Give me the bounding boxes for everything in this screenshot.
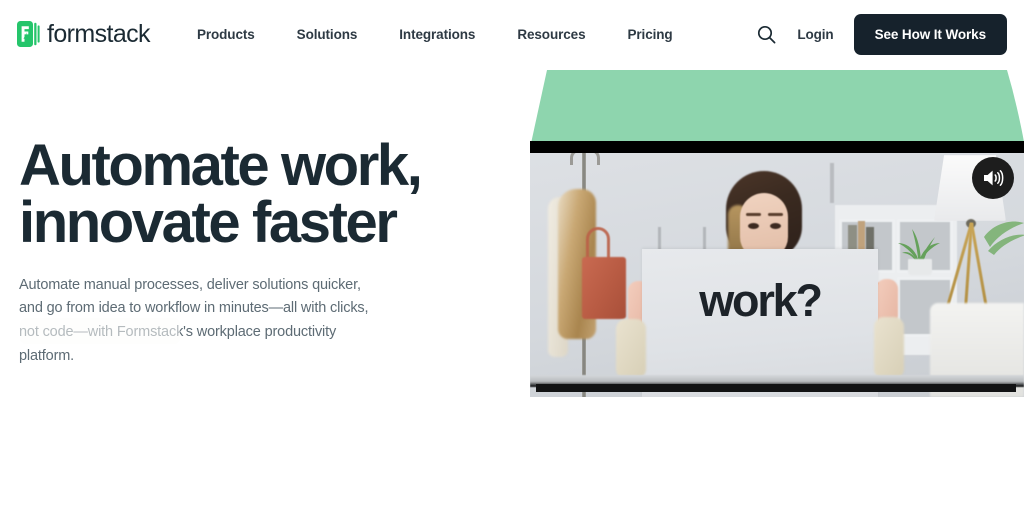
formstack-logo-icon: [17, 21, 40, 47]
eyebrow-left: [746, 213, 761, 216]
sign-text: work?: [699, 275, 823, 326]
eye-right: [770, 223, 781, 229]
video-letterbox-bar: [530, 141, 1024, 153]
page-root: formstack Products Solutions Integration…: [0, 0, 1024, 512]
terracotta-bag: [582, 257, 626, 319]
login-link[interactable]: Login: [797, 27, 833, 42]
headline-line-1: Automate work,: [19, 133, 423, 198]
headline-line-2: innovate faster: [19, 189, 398, 255]
hero-cta-placeholder[interactable]: [20, 318, 180, 344]
see-how-it-works-button[interactable]: See How It Works: [853, 13, 1007, 55]
nav-item-integrations[interactable]: Integrations: [378, 19, 496, 50]
main-navigation: Products Solutions Integrations Resource…: [176, 19, 694, 50]
nav-item-products[interactable]: Products: [176, 19, 276, 50]
eye-left: [748, 223, 759, 229]
speaker-on-icon: [984, 170, 1004, 186]
green-accent-svg: [530, 70, 1024, 148]
eyebrow-right: [768, 213, 783, 216]
site-header: formstack Products Solutions Integration…: [0, 0, 1024, 68]
background-plant-icon: [984, 221, 1024, 255]
nav-item-pricing[interactable]: Pricing: [606, 19, 693, 50]
brand-logo[interactable]: formstack: [17, 19, 151, 48]
plant-pot: [908, 259, 932, 275]
hero-copy: Automate work, innovate faster Automate …: [19, 133, 509, 368]
wall-bracket: [830, 163, 834, 203]
sleeve-right: [874, 317, 904, 379]
sleeve-left: [616, 319, 646, 379]
video-frame: work?: [530, 153, 1024, 397]
hero-video-player[interactable]: work?: [530, 141, 1024, 397]
table-dark-edge: [536, 384, 1016, 392]
bag-strap: [586, 227, 610, 261]
search-icon: [757, 25, 776, 43]
page-title: Automate work, innovate faster: [19, 133, 509, 255]
header-actions: Login See How It Works: [749, 13, 1007, 55]
brand-name: formstack: [47, 19, 151, 48]
nav-item-solutions[interactable]: Solutions: [276, 19, 379, 50]
search-button[interactable]: [749, 17, 783, 51]
green-accent-shape: [520, 56, 1024, 148]
nav-item-resources[interactable]: Resources: [496, 19, 606, 50]
video-sound-button[interactable]: [972, 157, 1014, 199]
hero-media: work?: [520, 56, 1024, 406]
